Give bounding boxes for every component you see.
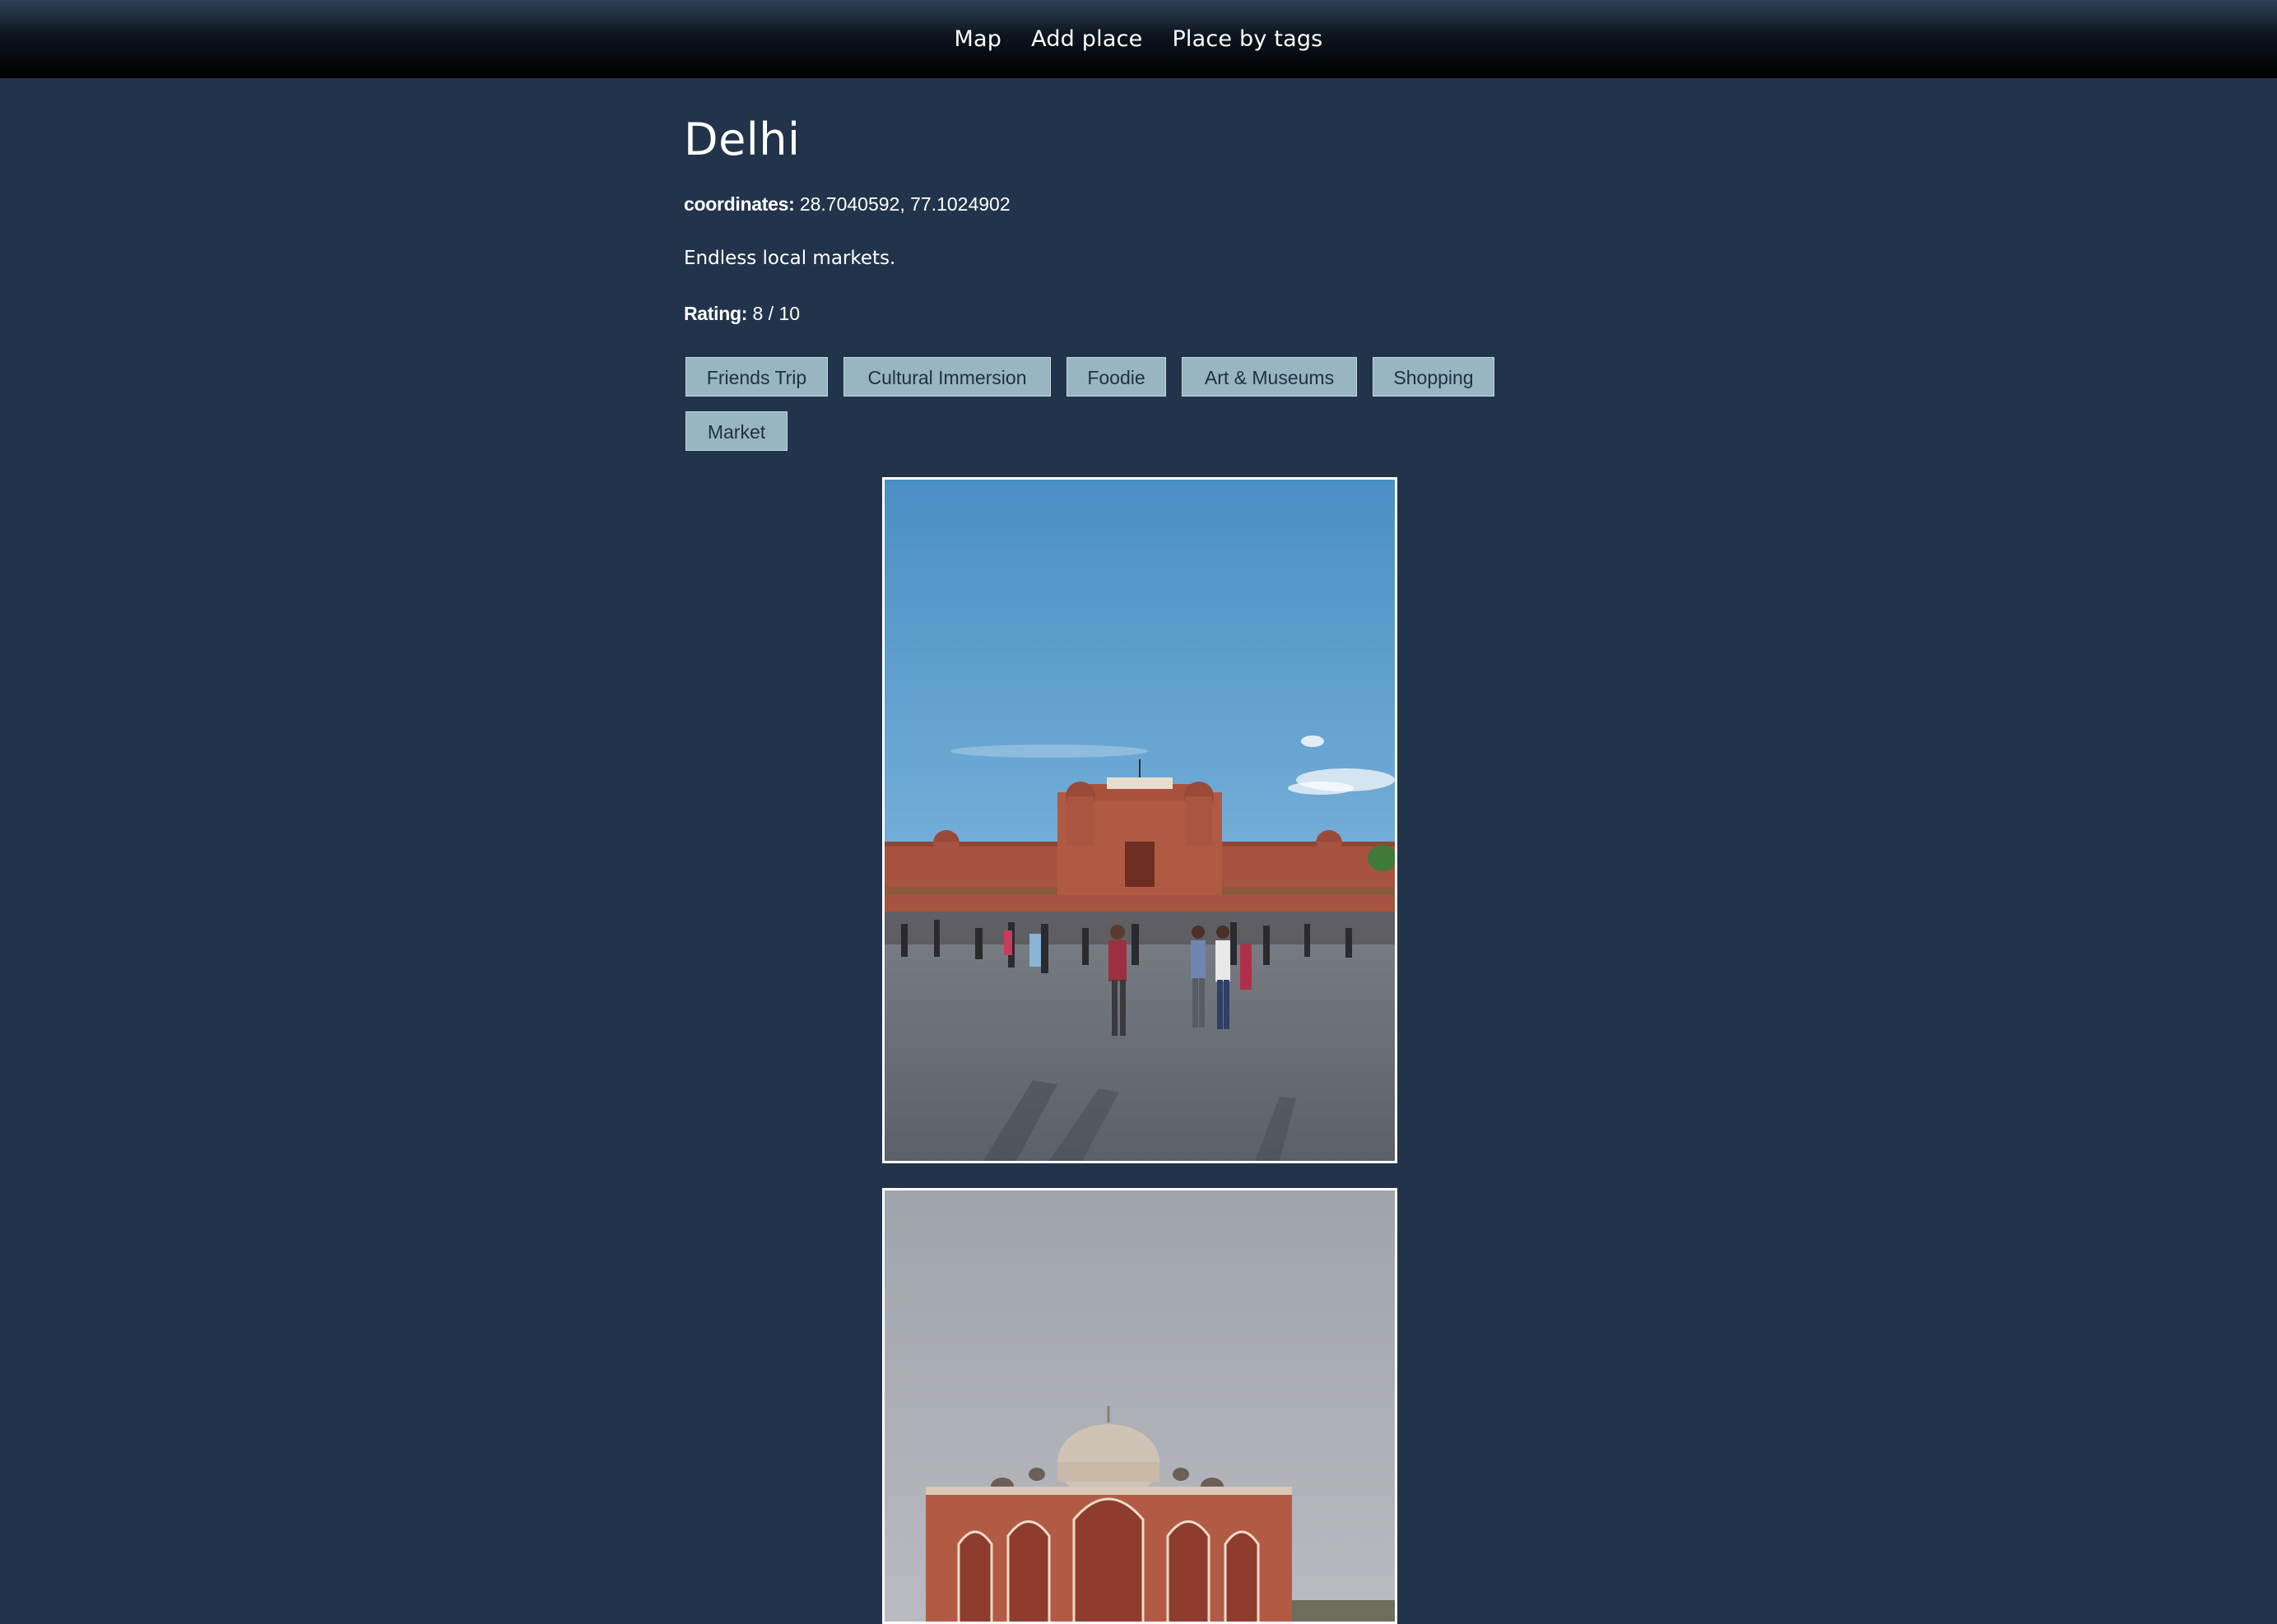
tag-shopping[interactable]: Shopping [1373, 357, 1494, 397]
red-fort-crowd-photo[interactable] [882, 477, 1397, 1163]
nav-link-add-place[interactable]: Add place [1031, 26, 1142, 52]
tag-art-museums[interactable]: Art & Museums [1182, 357, 1357, 397]
place-title: Delhi [684, 114, 801, 165]
main-nav: Map Add place Place by tags [0, 0, 2277, 78]
tag-cultural-immersion[interactable]: Cultural Immersion [843, 357, 1051, 397]
nav-link-map[interactable]: Map [955, 26, 1002, 52]
rating-label: Rating: [684, 303, 748, 324]
tag-friends-trip[interactable]: Friends Trip [685, 357, 828, 397]
coordinates-line: coordinates: 28.7040592, 77.1024902 [684, 193, 1011, 216]
humayun-tomb-photo[interactable] [882, 1188, 1397, 1624]
humayun-tomb-illustration [885, 1190, 1395, 1622]
coordinates-value: 28.7040592, 77.1024902 [799, 193, 1011, 215]
coordinates-label: coordinates: [684, 193, 795, 215]
place-description: Endless local markets. [684, 248, 896, 269]
rating-line: Rating: 8 / 10 [684, 303, 800, 325]
nav-link-place-by-tags[interactable]: Place by tags [1172, 26, 1322, 52]
tag-market[interactable]: Market [685, 411, 788, 451]
tag-foodie[interactable]: Foodie [1066, 357, 1166, 397]
rating-value: 8 / 10 [752, 303, 801, 324]
red-fort-illustration [885, 480, 1395, 1161]
